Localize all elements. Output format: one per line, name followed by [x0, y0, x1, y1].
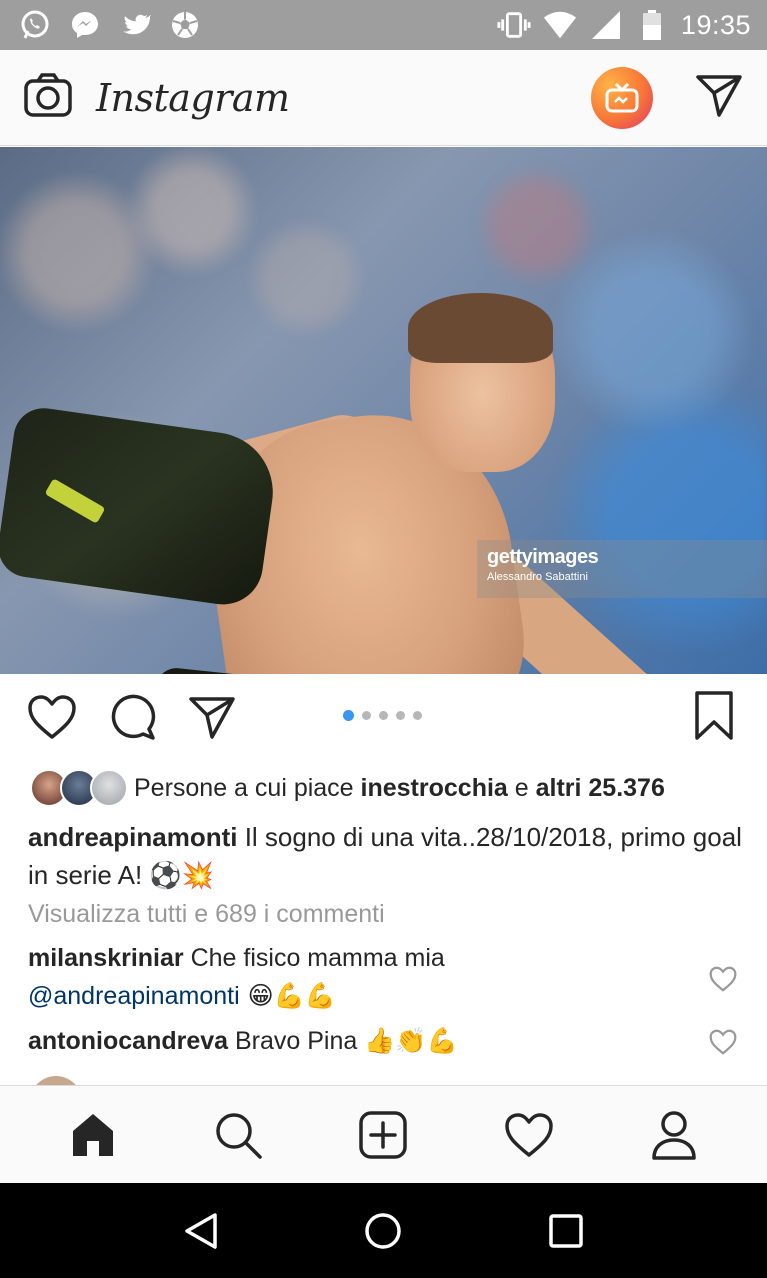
likes-conjunction: e — [507, 773, 536, 802]
carousel-dot — [379, 711, 388, 720]
comment-text: Bravo Pina — [228, 1027, 365, 1055]
carousel-indicator — [343, 710, 422, 721]
status-bar: 19:35 — [0, 0, 767, 50]
home-icon[interactable] — [62, 1104, 124, 1166]
vibrate-icon — [497, 8, 531, 42]
recents-icon[interactable] — [536, 1201, 596, 1261]
player-hair — [408, 293, 553, 363]
comment: milanskriniar Che fisico mamma mia @andre… — [28, 940, 698, 1015]
search-icon[interactable] — [207, 1104, 269, 1166]
post-image[interactable]: gettyimages Alessandro Sabattini — [0, 147, 767, 674]
comment: antoniocandreva Bravo Pina 👍👏💪 — [28, 1022, 698, 1060]
whatsapp-icon — [18, 8, 52, 42]
comment-text: Che fisico mamma mia — [183, 944, 445, 972]
carousel-dot — [362, 711, 371, 720]
caption-emoji: ⚽💥 — [149, 861, 215, 891]
comment-username[interactable]: milanskriniar — [28, 944, 184, 972]
likes-summary[interactable]: Persone a cui piace inestrocchia e altri… — [30, 766, 665, 810]
messenger-icon — [68, 8, 102, 42]
liker-avatars — [30, 769, 128, 807]
instagram-logo: Instagram — [96, 75, 290, 120]
camera-icon[interactable] — [24, 73, 72, 122]
wifi-icon — [543, 8, 577, 42]
igtv-icon[interactable] — [591, 66, 653, 129]
comment-like-icon[interactable] — [709, 966, 737, 994]
signal-icon — [589, 8, 623, 42]
carousel-dot — [396, 711, 405, 720]
likes-text: Persone a cui piace inestrocchia e altri… — [134, 774, 665, 803]
profile-icon[interactable] — [643, 1104, 705, 1166]
bookmark-icon[interactable] — [690, 690, 738, 747]
likes-count[interactable]: altri 25.376 — [536, 774, 665, 802]
comment-username[interactable]: antoniocandreva — [28, 1027, 228, 1055]
direct-message-icon[interactable] — [695, 73, 743, 122]
likes-prefix: Persone a cui piace — [134, 773, 361, 802]
new-post-icon[interactable] — [352, 1104, 414, 1166]
back-icon[interactable] — [171, 1201, 231, 1261]
post-caption: andreapinamonti Il sogno di una vita..28… — [28, 818, 748, 895]
comment-emoji: 😁💪💪 — [239, 981, 336, 1010]
liker-username[interactable]: inestrocchia — [361, 774, 508, 802]
caption-username[interactable]: andreapinamonti — [28, 822, 237, 852]
watermark-brand: gettyimages — [487, 546, 599, 568]
view-all-comments-link[interactable]: Visualizza tutti e 689 i commenti — [28, 900, 385, 929]
watermark-credit: Alessandro Sabattini — [487, 571, 588, 583]
comment-emoji: 👍👏💪 — [364, 1026, 458, 1055]
carousel-dot-active — [343, 710, 354, 721]
share-icon[interactable] — [186, 691, 238, 743]
comment-like-icon[interactable] — [709, 1029, 737, 1057]
twitter-icon — [118, 8, 152, 42]
comment-mention[interactable]: @andreapinamonti — [28, 982, 240, 1010]
clock: 19:35 — [680, 9, 751, 40]
system-nav-bar — [0, 1183, 767, 1278]
carousel-dot — [413, 711, 422, 720]
battery-icon — [635, 8, 669, 42]
activity-icon[interactable] — [498, 1104, 560, 1166]
avatar — [90, 769, 128, 807]
home-circle-icon[interactable] — [353, 1201, 413, 1261]
comment-icon[interactable] — [106, 691, 158, 743]
getty-watermark: gettyimages Alessandro Sabattini — [477, 540, 767, 598]
soccer-ball-icon — [168, 8, 202, 42]
like-icon[interactable] — [26, 691, 78, 743]
app-header: Instagram — [0, 50, 767, 146]
bottom-tab-bar — [0, 1085, 767, 1183]
